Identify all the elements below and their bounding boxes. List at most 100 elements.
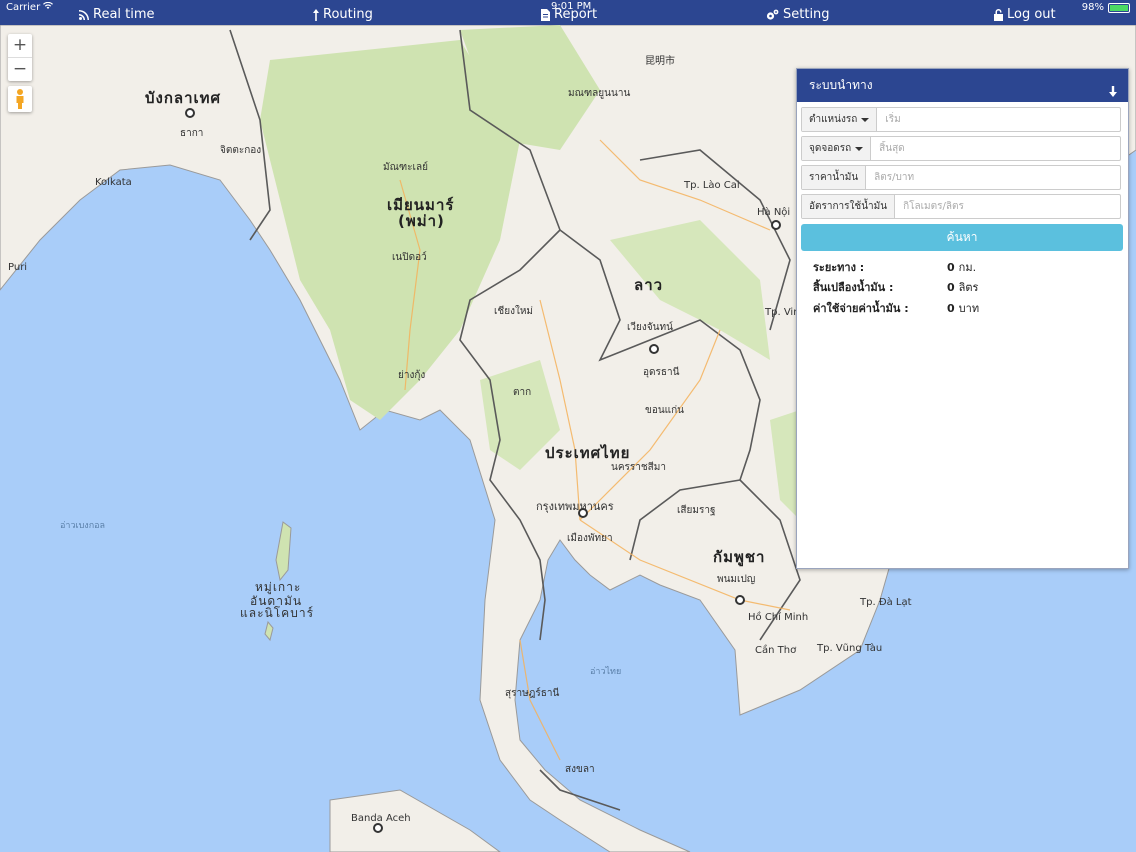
label-pattaya: เมืองพัทยา bbox=[567, 533, 613, 544]
label-siemreap: เสียมราฐ bbox=[677, 505, 716, 516]
gears-icon bbox=[766, 9, 779, 20]
label-cambodia: กัมพูชา bbox=[713, 548, 766, 566]
city-marker-bandaaceh bbox=[373, 823, 383, 833]
start-input[interactable] bbox=[877, 108, 1120, 131]
label-kolkata: Kolkata bbox=[95, 177, 132, 188]
cost-unit: บาท bbox=[958, 302, 980, 315]
zoom-out-button[interactable]: − bbox=[8, 57, 32, 81]
fuel-value: 0 bbox=[947, 281, 955, 294]
status-carrier: Carrier bbox=[6, 1, 54, 13]
label-phnompenh: พนมเปญ bbox=[717, 574, 756, 585]
destination-dropdown-label: จุดจอดรถ bbox=[809, 143, 852, 154]
label-kunming: 昆明市 bbox=[645, 56, 675, 67]
zoom-in-button[interactable]: + bbox=[8, 34, 32, 57]
battery-level bbox=[1110, 4, 1128, 11]
fuel-price-field: ราคาน้ำมัน bbox=[801, 165, 1121, 190]
label-andaman-3: และนิโคบาร์ bbox=[240, 606, 315, 620]
label-tak: ตาก bbox=[513, 387, 532, 398]
city-marker-bangkok bbox=[578, 508, 588, 518]
routing-panel-title: ระบบนำทาง bbox=[809, 78, 873, 92]
label-hanoi: Hà Nội bbox=[757, 207, 791, 218]
label-bay-of-bengal: อ่าวเบงกอล bbox=[60, 521, 106, 531]
label-vungtau: Tp. Vũng Tàu bbox=[817, 643, 883, 654]
nav-routing-label: Routing bbox=[323, 7, 373, 22]
label-puri: Puri bbox=[8, 262, 28, 273]
top-nav-bar: Carrier 9:01 PM 98% Real time Routing Re… bbox=[0, 0, 1136, 25]
consumption-field: อัตราการใช้น้ำมัน bbox=[801, 194, 1121, 219]
label-dhaka: ธากา bbox=[180, 128, 204, 139]
nav-setting[interactable]: Setting bbox=[766, 7, 830, 22]
city-marker-hanoi bbox=[771, 220, 781, 230]
battery-percent: 98% bbox=[1081, 2, 1104, 13]
result-distance-value: 0 กม. bbox=[947, 258, 976, 276]
label-bandaaceh: Banda Aceh bbox=[351, 813, 411, 824]
label-naypyidaw: เนปิดอว์ bbox=[392, 252, 427, 263]
city-marker-vientiane bbox=[649, 344, 659, 354]
fuel-price-label: ราคาน้ำมัน bbox=[802, 166, 867, 189]
wifi-icon bbox=[43, 1, 54, 13]
distance-value: 0 bbox=[947, 261, 955, 274]
routing-panel: ระบบนำทาง ตำแหน่งรถ จุดจอดรถ ราคาน้ำมัน … bbox=[796, 68, 1129, 569]
routing-panel-header: ระบบนำทาง bbox=[797, 69, 1128, 102]
label-yunnan: มณฑลยูนนาน bbox=[568, 88, 631, 99]
cost-value: 0 bbox=[947, 302, 955, 315]
fuel-unit: ลิตร bbox=[958, 281, 979, 294]
label-hcmc: Hồ Chí Minh bbox=[748, 612, 809, 623]
nav-realtime[interactable]: Real time bbox=[79, 7, 155, 22]
arrow-up-icon bbox=[313, 8, 319, 21]
caret-down-icon bbox=[861, 117, 870, 122]
nav-setting-label: Setting bbox=[783, 7, 830, 22]
label-suratthani: สุราษฎร์ธานี bbox=[505, 688, 560, 699]
label-udon: อุดรธานี bbox=[643, 367, 680, 378]
nav-logout[interactable]: Log out bbox=[994, 7, 1056, 22]
label-songkhla: สงขลา bbox=[565, 764, 595, 775]
label-cantho: Cần Thơ bbox=[755, 645, 797, 656]
city-marker-dhaka bbox=[185, 108, 195, 118]
consumption-input[interactable] bbox=[895, 195, 1120, 218]
nav-logout-label: Log out bbox=[1007, 7, 1056, 22]
city-marker-phnompenh bbox=[735, 595, 745, 605]
label-laos: ลาว bbox=[634, 276, 664, 294]
label-dalat: Tp. Đà Lạt bbox=[860, 597, 912, 608]
vehicle-dropdown-button[interactable]: ตำแหน่งรถ bbox=[802, 108, 878, 131]
result-fuel-value: 0 ลิตร bbox=[947, 278, 978, 296]
label-khonkaen: ขอนแก่น bbox=[645, 405, 685, 416]
label-laocai: Tp. Lào Cai bbox=[684, 180, 740, 191]
result-fuel-label: สิ้นเปลืองน้ำมัน : bbox=[813, 281, 894, 294]
document-icon bbox=[541, 8, 550, 21]
nav-report[interactable]: Report bbox=[541, 7, 597, 22]
label-bangkok: กรุงเทพมหานคร bbox=[536, 500, 614, 513]
end-input[interactable] bbox=[871, 137, 1120, 160]
label-bangladesh: บังกลาเทศ bbox=[145, 89, 222, 107]
label-chittagong: จิตตะกอง bbox=[220, 145, 262, 156]
label-mandalay: มัณฑะเลย์ bbox=[383, 162, 428, 173]
label-korat: นครราชสีมา bbox=[611, 462, 666, 473]
caret-down-icon bbox=[855, 146, 864, 151]
result-distance-label: ระยะทาง : bbox=[813, 261, 865, 274]
result-cost-label: ค่าใช้จ่ายค่าน้ำมัน : bbox=[813, 302, 909, 315]
destination-field: จุดจอดรถ bbox=[801, 136, 1121, 161]
vehicle-position-field: ตำแหน่งรถ bbox=[801, 107, 1121, 132]
status-battery: 98% bbox=[1082, 2, 1130, 13]
result-cost-value: 0 บาท bbox=[947, 299, 979, 317]
rss-icon bbox=[79, 9, 89, 20]
search-button[interactable]: ค้นหา bbox=[801, 224, 1123, 251]
battery-icon bbox=[1108, 2, 1130, 13]
label-chiangmai: เชียงใหม่ bbox=[494, 306, 534, 317]
label-yangon: ย่างกุ้ง bbox=[398, 370, 426, 381]
carrier-label: Carrier bbox=[6, 2, 41, 13]
fuel-price-input[interactable] bbox=[866, 166, 1120, 189]
street-view-button[interactable] bbox=[8, 86, 32, 112]
label-myanmar-sub: (พม่า) bbox=[398, 212, 445, 230]
label-gulf-thailand: อ่าวไทย bbox=[590, 667, 622, 677]
lock-icon bbox=[994, 8, 1003, 21]
distance-unit: กม. bbox=[958, 261, 977, 274]
consumption-label: อัตราการใช้น้ำมัน bbox=[802, 195, 896, 218]
label-vientiane: เวียงจันทน์ bbox=[627, 322, 673, 333]
destination-dropdown-button[interactable]: จุดจอดรถ bbox=[802, 137, 872, 160]
nav-routing[interactable]: Routing bbox=[313, 7, 373, 22]
nav-realtime-label: Real time bbox=[93, 7, 155, 22]
nav-report-label: Report bbox=[554, 7, 598, 22]
zoom-control: + − bbox=[8, 34, 32, 81]
vehicle-dropdown-label: ตำแหน่งรถ bbox=[809, 114, 858, 125]
